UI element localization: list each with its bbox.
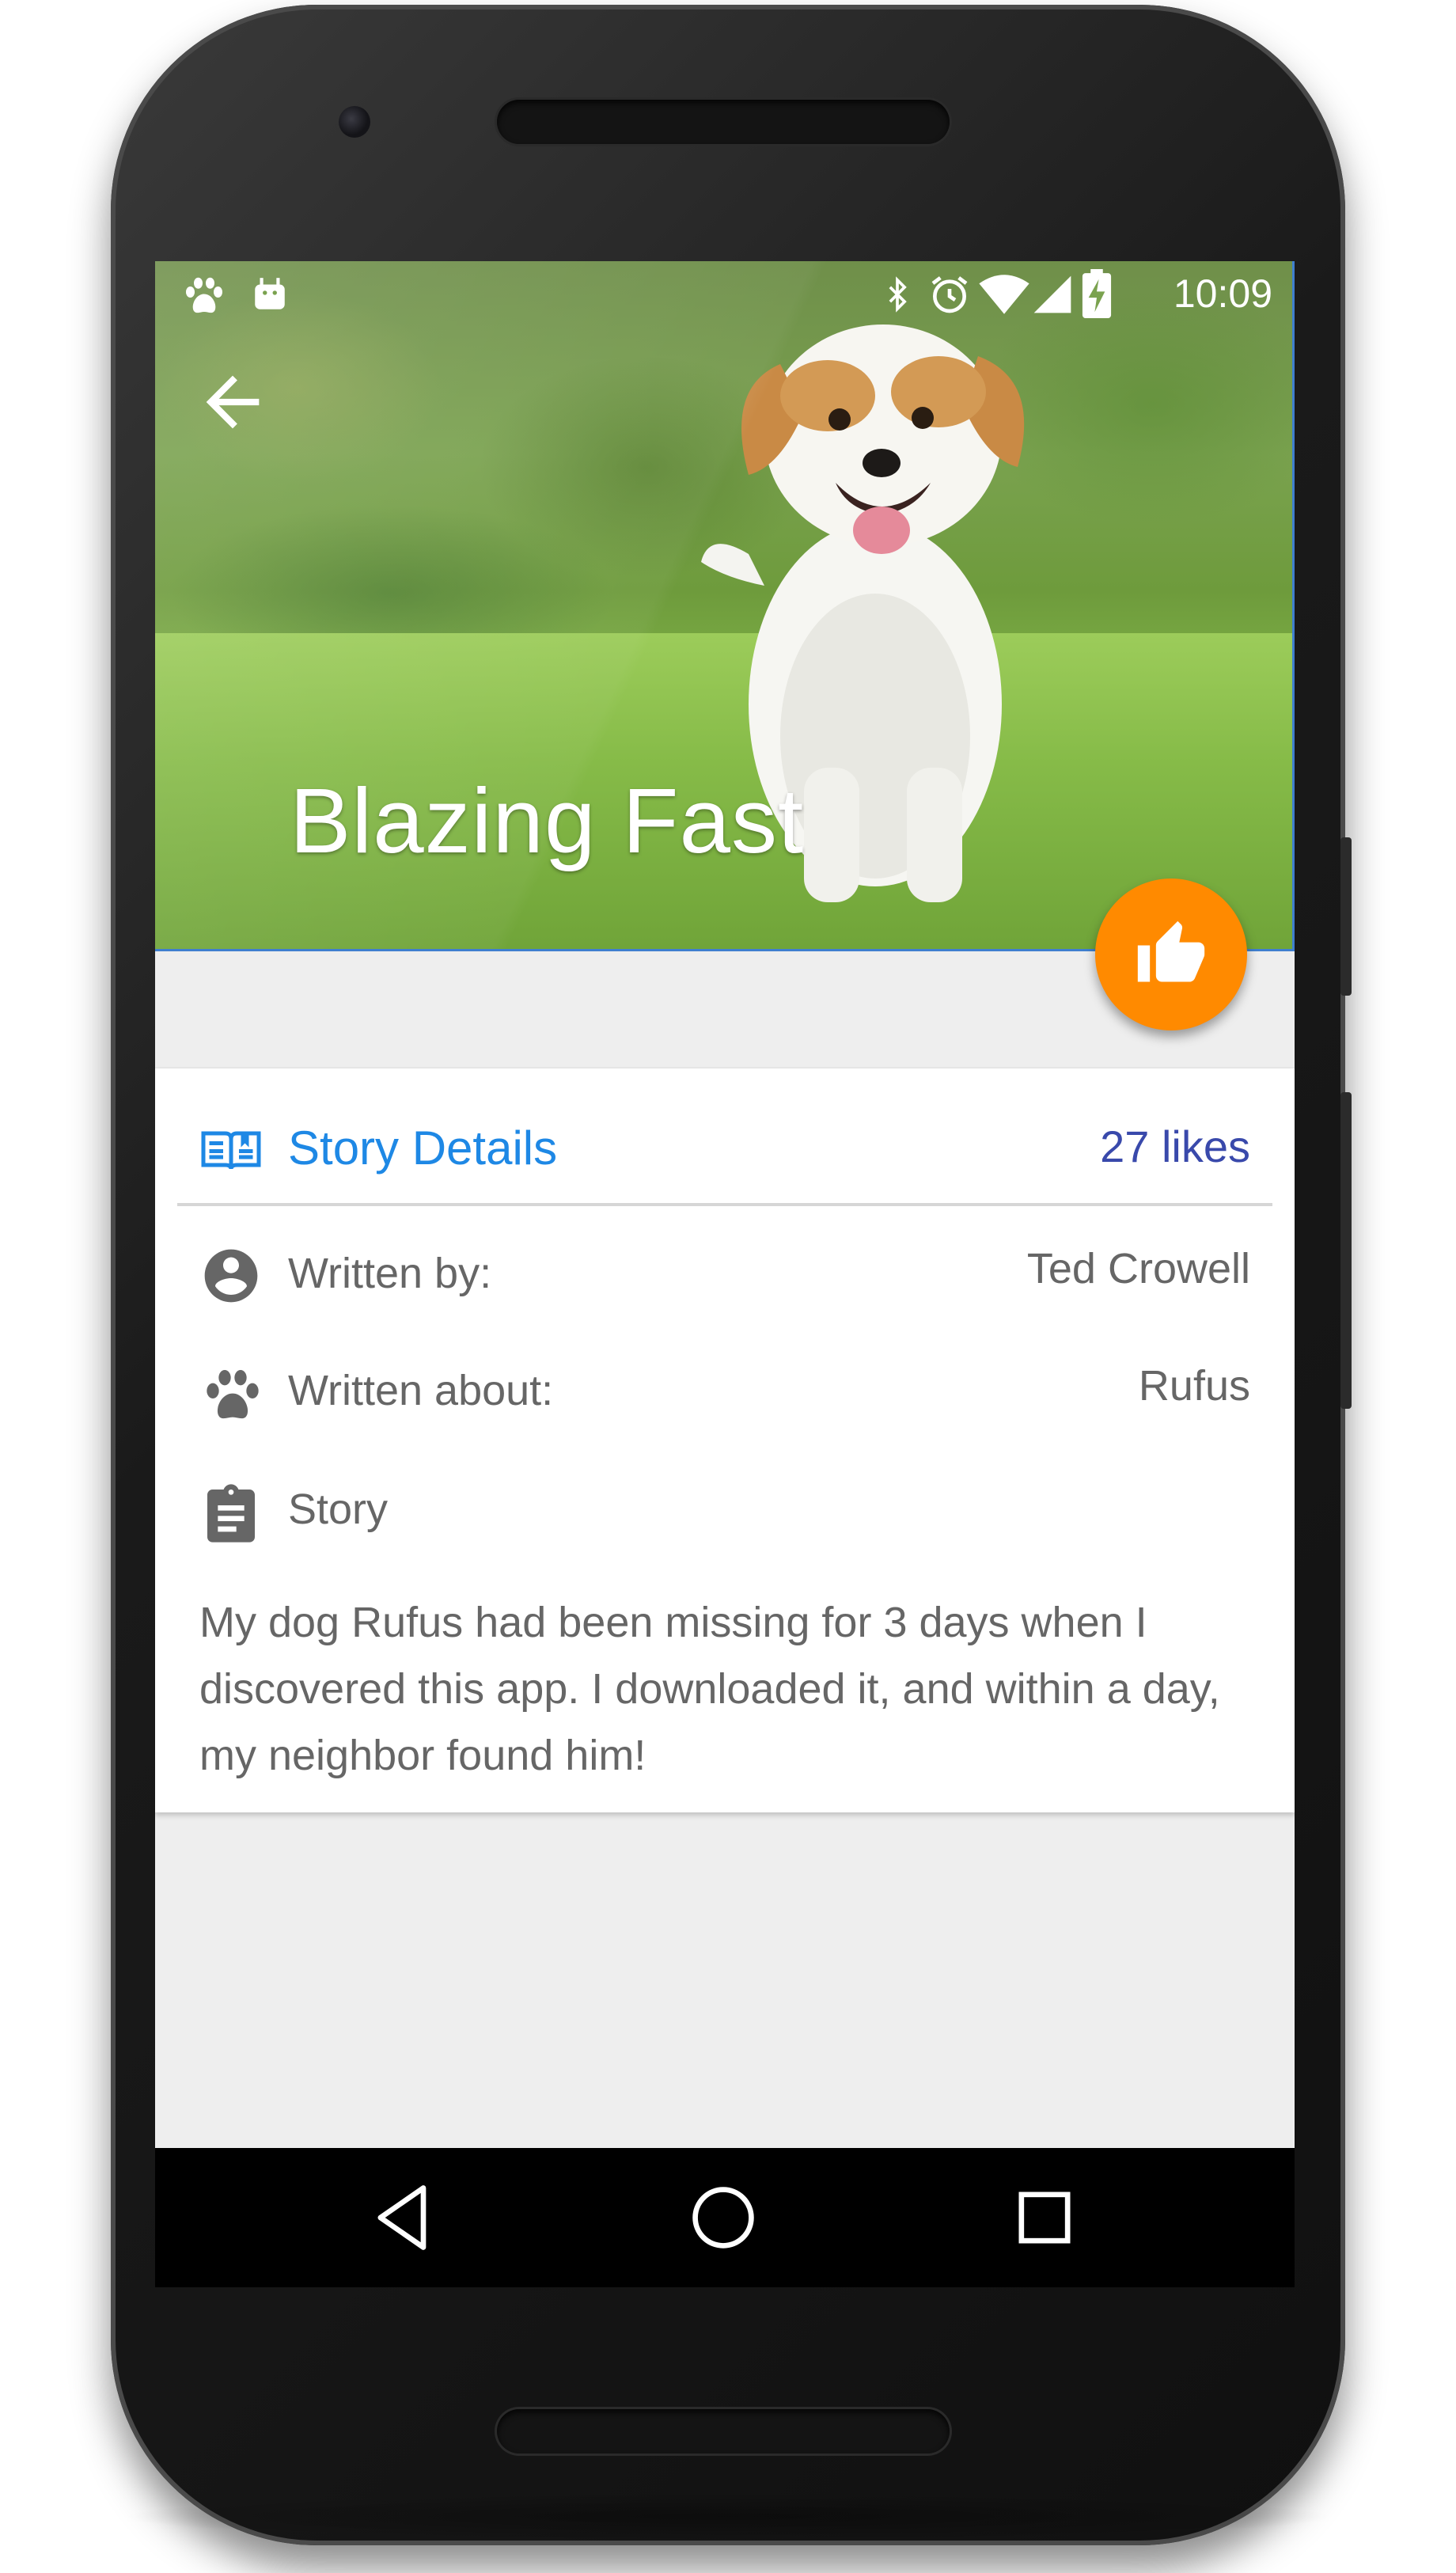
- written-about-label: Written about:: [288, 1367, 554, 1414]
- hero-title: Blazing Fast: [290, 769, 805, 872]
- nav-back-icon[interactable]: [364, 2178, 443, 2257]
- power-button: [1340, 837, 1352, 996]
- written-by-label: Written by:: [288, 1250, 492, 1297]
- story-label: Story: [288, 1486, 389, 1533]
- status-bar: 10:09: [155, 261, 1295, 328]
- clipboard-icon: [207, 1484, 255, 1543]
- volume-button: [1340, 1092, 1352, 1409]
- android-notification-icon: [255, 278, 285, 309]
- written-about-value: Rufus: [1138, 1362, 1250, 1410]
- top-speaker: [497, 100, 950, 144]
- nav-home-icon[interactable]: [684, 2178, 763, 2257]
- cell-signal-icon: [1033, 275, 1071, 313]
- system-nav-bar: [155, 2148, 1295, 2287]
- story-details-card: Story Details 27 likes Written by: Ted C…: [155, 1068, 1295, 1812]
- bluetooth-icon: [889, 276, 907, 313]
- paw-icon: [207, 1370, 259, 1419]
- card-title: Story Details: [288, 1121, 558, 1175]
- front-camera: [339, 106, 370, 138]
- book-icon: [201, 1131, 261, 1170]
- story-text: My dog Rufus had been missing for 3 days…: [199, 1599, 1220, 1779]
- alarm-icon: [931, 276, 968, 313]
- status-time: 10:09: [1173, 271, 1272, 316]
- paw-notification-icon: [186, 277, 222, 313]
- app-screen: Blazing Fast 10:09 Story Details 27 like…: [155, 261, 1295, 2287]
- card-divider: [177, 1203, 1272, 1206]
- likes-count: 27 likes: [1100, 1121, 1250, 1171]
- battery-charging-icon: [1082, 269, 1112, 318]
- thumb-up-icon: [1137, 920, 1205, 982]
- wifi-icon: [979, 275, 1029, 314]
- written-by-value: Ted Crowell: [1026, 1245, 1250, 1292]
- account-circle-icon: [204, 1249, 258, 1303]
- bottom-speaker: [497, 2409, 950, 2453]
- hero-image: Blazing Fast: [155, 261, 1295, 951]
- phone-shadow: [119, 2493, 1337, 2541]
- arrow-back-icon[interactable]: [193, 362, 272, 442]
- nav-recents-icon[interactable]: [1005, 2178, 1084, 2257]
- like-fab-button[interactable]: [1095, 879, 1247, 1030]
